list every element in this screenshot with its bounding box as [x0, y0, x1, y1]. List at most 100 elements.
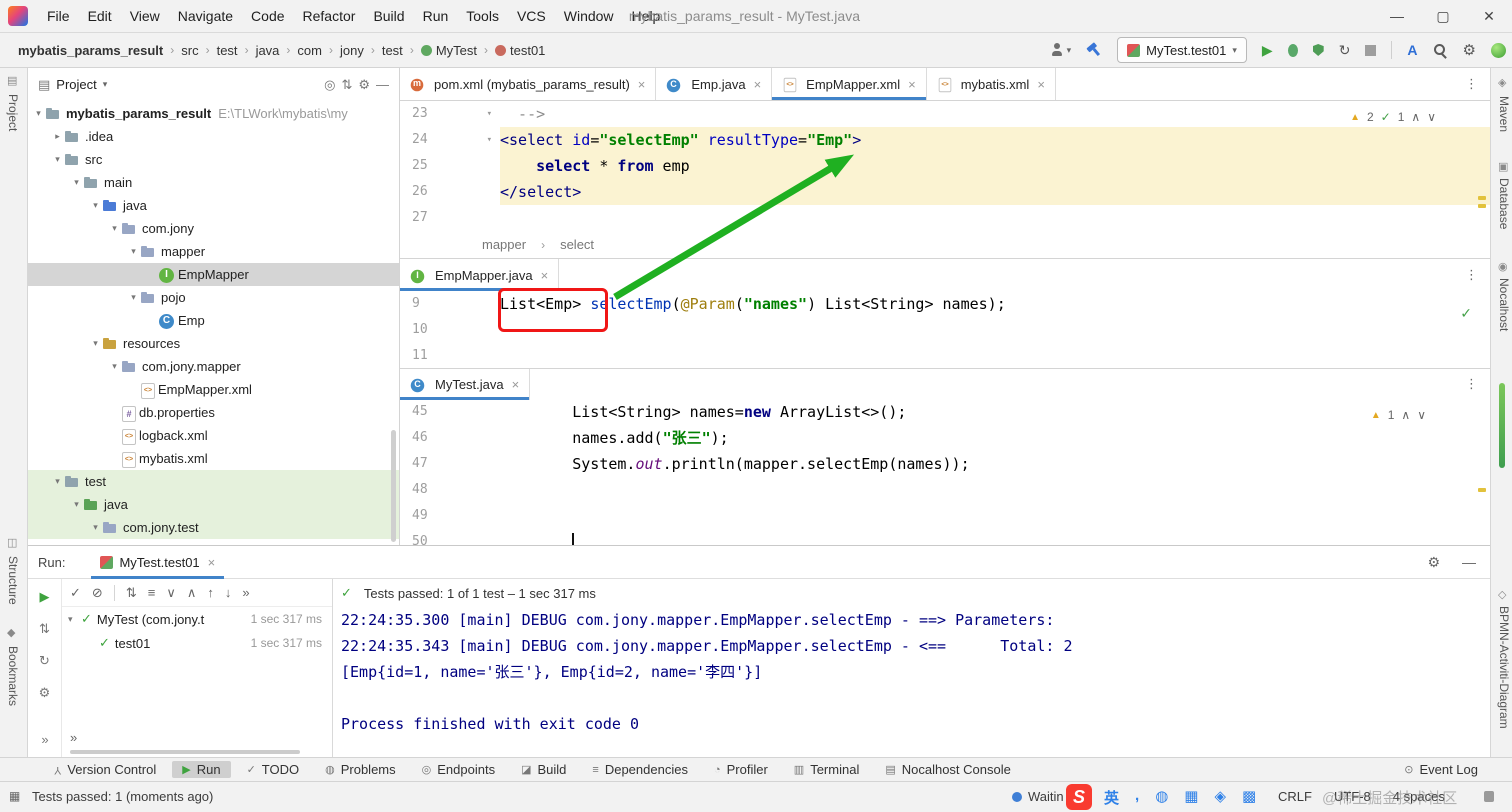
menu-item-run[interactable]: Run — [414, 8, 458, 24]
menu-item-navigate[interactable]: Navigate — [169, 8, 242, 24]
maximize-icon[interactable]: ▢ — [1420, 8, 1466, 25]
xml-editor[interactable]: 23 ▾ --> 24 ▾ <select id="selectEmp" resultT… — [400, 101, 1490, 232]
more-options-icon[interactable]: ⋮ — [1453, 369, 1490, 399]
minimize-icon[interactable]: — — [1374, 8, 1420, 25]
tool-button-database[interactable]: Database — [1497, 178, 1511, 229]
tool-button-dependencies[interactable]: ≡ Dependencies — [582, 761, 698, 778]
more-options-icon[interactable]: ⋮ — [1453, 259, 1490, 291]
fold-icon[interactable]: ▾ — [487, 101, 492, 127]
close-icon[interactable]: × — [541, 268, 549, 283]
breadcrumb-item[interactable]: jony — [340, 43, 364, 58]
code-line[interactable]: 50 — [400, 529, 1490, 545]
prev-issue-icon[interactable]: ∧ — [1401, 408, 1410, 422]
tree-item[interactable]: logback.xml — [28, 424, 399, 447]
refresh-icon[interactable]: ↻ — [39, 653, 50, 669]
code-line[interactable]: 27 — [400, 205, 1490, 231]
chevron-icon[interactable]: ▾ — [70, 177, 83, 188]
chevron-icon[interactable]: ▾ — [70, 499, 83, 510]
code-line[interactable]: 26 </select> — [400, 179, 1490, 205]
tool-button-endpoints[interactable]: ◎ Endpoints — [412, 761, 505, 778]
chevron-icon[interactable]: ▾ — [108, 361, 121, 372]
code-line[interactable]: 45 List<String> names=new ArrayList<>(); — [400, 399, 1490, 425]
run-console[interactable]: ✓ Tests passed: 1 of 1 test – 1 sec 317 … — [333, 579, 1490, 757]
console-output[interactable]: 22:24:35.300 [main] DEBUG com.jony.mappe… — [341, 607, 1490, 737]
tree-item[interactable]: ▾ mybatis_params_result E:\TLWork\mybatis\… — [28, 102, 399, 125]
close-icon[interactable]: × — [908, 77, 916, 92]
ignored-filter-icon[interactable]: ⊘ — [92, 585, 103, 601]
coverage-button[interactable] — [1312, 44, 1324, 56]
settings-gear-icon[interactable]: ⚙ — [1463, 41, 1476, 59]
tree-item[interactable]: Emp — [28, 309, 399, 332]
chevron-icon[interactable]: ▾ — [108, 223, 121, 234]
collapse-all-icon[interactable]: ⇅ — [341, 77, 352, 93]
run-button[interactable]: ▶ — [1262, 42, 1273, 59]
prev-issue-icon[interactable]: ∧ — [1411, 110, 1420, 124]
close-icon[interactable]: × — [638, 77, 646, 92]
more-icon[interactable]: » — [70, 730, 77, 745]
code-line[interactable]: 47 System.out.println(mapper.selectEmp(n… — [400, 451, 1490, 477]
tree-item[interactable]: ▾ com.jony — [28, 217, 399, 240]
ime-icon-0[interactable]: 英 — [1104, 787, 1119, 808]
chevron-icon[interactable]: ▾ — [89, 522, 102, 533]
ime-icon-5[interactable]: ▩ — [1242, 787, 1256, 808]
breadcrumb-mapper[interactable]: mapper — [482, 232, 526, 258]
run-configuration-select[interactable]: MyTest.test01 ▾ — [1117, 37, 1247, 63]
ime-icon-4[interactable]: ◈ — [1214, 787, 1226, 808]
tab-mytest-java[interactable]: MyTest.java × — [400, 369, 531, 400]
tool-button-maven[interactable]: Maven — [1497, 96, 1511, 132]
run-tab[interactable]: MyTest.test01 × — [91, 546, 224, 579]
chevron-icon[interactable]: ▾ — [51, 154, 64, 165]
hide-panel-icon[interactable]: — — [376, 77, 389, 92]
panel-settings-icon[interactable]: ⚙ — [358, 77, 370, 93]
code-line[interactable]: 11 — [400, 343, 1490, 368]
tree-item[interactable]: ▾ com.jony.test — [28, 516, 399, 539]
menu-item-window[interactable]: Window — [555, 8, 623, 24]
tool-button-nocalhost-console[interactable]: ▤ Nocalhost Console — [875, 761, 1021, 778]
test-passed-gutter-icon[interactable]: ✓ — [1460, 305, 1472, 322]
profiler-button[interactable]: ↻ — [1339, 42, 1351, 59]
tool-button-run[interactable]: ▶ Run — [172, 761, 231, 778]
passed-filter-icon[interactable]: ✓ — [70, 585, 81, 601]
breadcrumb-item[interactable]: mybatis_params_result — [18, 43, 163, 58]
tool-button-nocalhost[interactable]: Nocalhost — [1497, 278, 1511, 331]
menu-item-build[interactable]: Build — [364, 8, 413, 24]
chevron-icon[interactable]: ▾ — [89, 200, 102, 211]
editor-tab[interactable]: pom.xml (mybatis_params_result)× — [400, 68, 657, 100]
tool-button-terminal[interactable]: ▥ Terminal — [784, 761, 870, 778]
test-tree-item[interactable]: ▾ ✓ MyTest (com.jony.t 1 sec 317 ms — [62, 607, 332, 631]
ime-icon-3[interactable]: ▦ — [1184, 787, 1198, 808]
menu-item-view[interactable]: View — [121, 8, 169, 24]
event-log-button[interactable]: ⊙ Event Log — [1404, 762, 1478, 777]
breadcrumb-item[interactable]: MyTest — [420, 43, 477, 58]
ime-icon-2[interactable]: ◍ — [1155, 787, 1168, 808]
close-icon[interactable]: × — [1037, 77, 1045, 92]
ime-icon-1[interactable]: , — [1135, 787, 1139, 808]
code-line[interactable]: 46 names.add("张三"); — [400, 425, 1490, 451]
sort-duration-icon[interactable]: ≡ — [148, 585, 156, 600]
close-icon[interactable]: × — [208, 555, 216, 570]
breadcrumb-item[interactable]: com — [297, 43, 322, 58]
tool-button-problems[interactable]: ◍ Problems — [315, 761, 406, 778]
tree-item[interactable]: ▾ resources — [28, 332, 399, 355]
tree-item[interactable]: ▾ src — [28, 148, 399, 171]
sogou-icon[interactable]: S — [1066, 784, 1092, 810]
breadcrumb-item[interactable]: java — [256, 43, 280, 58]
test-tree-item[interactable]: ✓ test01 1 sec 317 ms — [62, 631, 332, 655]
debug-button[interactable] — [1287, 43, 1298, 57]
tool-button-project[interactable]: Project — [6, 94, 20, 131]
tree-item[interactable]: ▾ java — [28, 493, 399, 516]
next-issue-icon[interactable]: ∨ — [1417, 408, 1426, 422]
lock-icon[interactable] — [1484, 791, 1494, 802]
menu-item-refactor[interactable]: Refactor — [294, 8, 365, 24]
tab-empmapper-java[interactable]: EmpMapper.java × — [400, 259, 560, 291]
chevron-icon[interactable]: ▾ — [127, 246, 140, 257]
tool-button-profiler[interactable]: ◔ Profiler — [704, 761, 778, 778]
tree-item[interactable]: ▾ com.jony.mapper — [28, 355, 399, 378]
close-icon[interactable]: × — [754, 77, 762, 92]
more-icon[interactable]: » — [28, 732, 62, 747]
search-icon[interactable] — [1433, 43, 1448, 58]
next-icon[interactable]: ↓ — [225, 585, 232, 600]
mapper-editor[interactable]: 9 List<Emp> selectEmp(@Param("names") Lis… — [400, 291, 1490, 368]
fix-icon[interactable]: ⚙ — [39, 685, 51, 701]
warning-stripe-mark[interactable] — [1478, 488, 1486, 492]
